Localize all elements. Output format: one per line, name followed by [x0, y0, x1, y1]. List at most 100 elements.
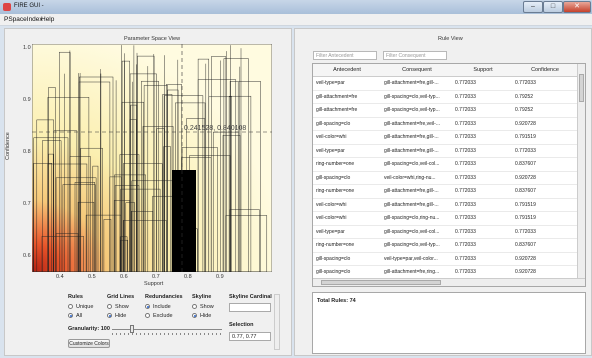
table-row[interactable]: veil-color=whi gill-attachment=fre,gill-.…: [313, 198, 577, 212]
table-row[interactable]: veil-color=whi gill-spacing=clo,ring-nu..…: [313, 211, 577, 226]
grid-lines-group-title: Grid Lines: [107, 294, 135, 300]
cell-consequent: gill-attachment=fre,gill-...: [384, 147, 439, 154]
cell-support: 0.772033: [455, 134, 476, 140]
granularity-label: Granularity: 100: [68, 326, 110, 332]
cell-antecedent: veil-type=par: [316, 228, 345, 235]
cell-confidence: 0.772033: [515, 80, 536, 86]
cell-consequent: gill-spacing=clo,veil-col...: [384, 228, 440, 235]
cell-antecedent: veil-color=whi: [316, 134, 347, 140]
cell-antecedent: veil-type=par: [316, 80, 345, 86]
close-button[interactable]: ✕: [563, 1, 591, 13]
y-tick-0.9: 0.9: [23, 97, 31, 103]
filter-consequent-input[interactable]: Filter Consequent: [383, 51, 447, 60]
skyline-hide-radio[interactable]: [192, 313, 197, 318]
cell-support: 0.772033: [455, 147, 476, 154]
column-header-consequent[interactable]: Consequent: [381, 67, 453, 73]
menu-help[interactable]: Help: [41, 16, 54, 23]
minimize-button[interactable]: –: [523, 1, 543, 13]
table-row[interactable]: veil-type=par gill-attachment=fre,gill-..…: [313, 144, 577, 158]
rule-summary-box: Total Rules: 74: [312, 292, 586, 354]
column-header-confidence[interactable]: Confidence: [513, 67, 577, 73]
cell-support: 0.772033: [455, 161, 476, 167]
rules-unique-radio[interactable]: [68, 304, 73, 309]
table-row[interactable]: veil-type=par gill-spacing=clo,veil-col..…: [313, 225, 577, 239]
grid-hide-radio[interactable]: [107, 313, 112, 318]
cell-confidence: 0.79252: [515, 107, 534, 113]
table-vertical-scrollbar[interactable]: [577, 64, 585, 278]
skyline-show-label: Show: [200, 304, 214, 310]
column-header-support[interactable]: Support: [453, 67, 513, 73]
x-tick-0.4: 0.4: [56, 274, 64, 280]
menu-pspaceindex[interactable]: PSpaceIndex: [4, 16, 43, 23]
y-tick-1.0: 1.0: [23, 45, 31, 51]
cell-consequent: gill-attachment=fre,veil-...: [384, 120, 440, 127]
window-title: FIRE GUI -: [14, 3, 44, 9]
rules-table: Antecedent Consequent Support Confidence…: [312, 63, 586, 287]
customize-colors-button[interactable]: Customize Colors: [68, 339, 110, 348]
skyline-hide-label: Hide: [200, 313, 212, 319]
table-row[interactable]: ring-number=one gill-spacing=clo,veil-typ…: [313, 238, 577, 253]
granularity-slider-ticks: [112, 333, 222, 335]
cell-confidence: 0.772033: [515, 147, 536, 154]
table-row[interactable]: gill-spacing=clo veil-type=par,veil-color…: [313, 252, 577, 266]
y-tick-0.7: 0.7: [23, 201, 31, 207]
table-row[interactable]: gill-attachment=fre gill-spacing=clo,veil…: [313, 90, 577, 104]
table-row[interactable]: ring-number=one gill-spacing=clo,veil-col…: [313, 157, 577, 172]
table-vertical-scroll-thumb[interactable]: [579, 74, 584, 102]
cell-consequent: gill-spacing=clo,veil-typ...: [384, 107, 440, 113]
selection-input[interactable]: 0.77, 0.77: [229, 332, 271, 341]
cell-consequent: gill-attachment=fre,gill-...: [384, 201, 439, 208]
cell-confidence: 0.772033: [515, 228, 536, 235]
rules-all-radio[interactable]: [68, 313, 73, 318]
x-tick-0.6: 0.6: [120, 274, 128, 280]
y-tick-0.8: 0.8: [23, 149, 31, 155]
maximize-button[interactable]: □: [543, 1, 563, 13]
x-axis-label: Support: [144, 281, 164, 287]
cell-support: 0.772033: [455, 201, 476, 208]
filter-antecedent-input[interactable]: Filter Antecedent: [313, 51, 377, 60]
skyline-cardinality-input[interactable]: [229, 303, 271, 312]
cell-consequent: gill-attachment=fre,gill-...: [384, 80, 439, 86]
cell-confidence: 0.837607: [515, 188, 536, 194]
cell-consequent: gill-spacing=clo,veil-col...: [384, 161, 440, 167]
parameter-space-plot[interactable]: 0.241528, 0.840108: [32, 44, 272, 272]
granularity-slider-handle[interactable]: [130, 325, 134, 333]
controls-scrollbar[interactable]: [274, 294, 280, 350]
crosshair-readout: 0.241528, 0.840108: [184, 125, 246, 132]
skyline-group-title: Skyline: [192, 294, 212, 300]
table-row[interactable]: veil-type=par gill-attachment=fre,gill-..…: [313, 76, 577, 91]
table-horizontal-scroll-thumb[interactable]: [321, 280, 441, 285]
cell-confidence: 0.920728: [515, 255, 536, 262]
table-row[interactable]: ring-number=one gill-attachment=fre,gill-…: [313, 184, 577, 199]
redundancies-include-radio[interactable]: [145, 304, 150, 309]
cell-consequent: veil-type=par,veil-color...: [384, 255, 438, 262]
skyline-show-radio[interactable]: [192, 304, 197, 309]
cell-confidence: 0.79252: [515, 93, 534, 100]
skyline-cardinality-title: Skyline Cardinal: [229, 294, 272, 300]
rules-group-title: Rules: [68, 294, 83, 300]
cell-confidence: 0.837607: [515, 242, 536, 248]
table-row[interactable]: veil-color=whi gill-attachment=fre,gill-.…: [313, 130, 577, 145]
column-header-antecedent[interactable]: Antecedent: [313, 67, 381, 73]
y-tick-0.6: 0.6: [23, 253, 31, 259]
table-row[interactable]: gill-spacing=clo gill-attachment=fre,veil…: [313, 117, 577, 131]
cell-support: 0.772033: [455, 188, 476, 194]
table-horizontal-scrollbar[interactable]: [313, 278, 585, 286]
app-icon: [3, 3, 11, 11]
cell-consequent: gill-attachment=fre,ring...: [384, 269, 440, 275]
cell-antecedent: gill-spacing=clo: [316, 269, 351, 275]
cell-support: 0.772033: [455, 228, 476, 235]
redundancies-exclude-radio[interactable]: [145, 313, 150, 318]
cell-support: 0.772033: [455, 174, 476, 181]
rules-all-label: All: [76, 313, 83, 319]
table-row[interactable]: gill-spacing=clo veil-color=whi,ring-nu..…: [313, 171, 577, 185]
cell-antecedent: gill-attachment=fre: [316, 107, 358, 113]
parameter-space-title: Parameter Space View: [124, 36, 181, 42]
selection-title: Selection: [229, 322, 254, 328]
table-row[interactable]: gill-attachment=fre gill-spacing=clo,veil…: [313, 103, 577, 118]
cell-antecedent: ring-number=one: [316, 161, 355, 167]
cell-support: 0.772033: [455, 215, 476, 221]
cell-antecedent: ring-number=one: [316, 242, 355, 248]
grid-show-radio[interactable]: [107, 304, 112, 309]
cell-confidence: 0.791519: [515, 215, 536, 221]
